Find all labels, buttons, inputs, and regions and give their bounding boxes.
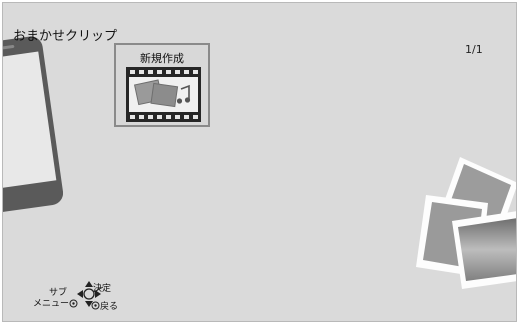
back-label: 戻る	[100, 302, 119, 312]
new-create-item[interactable]: 新規作成	[114, 43, 210, 127]
smartphone-illustration	[3, 36, 63, 213]
page-indicator: 1/1	[465, 43, 483, 56]
enter-label: 決定	[93, 284, 112, 294]
screen: おまかせクリップ 1/1 新規作成 サブ メニュー 決定 戻る	[2, 2, 517, 322]
screen-title: おまかせクリップ	[13, 29, 118, 44]
new-create-label: 新規作成	[140, 52, 184, 65]
control-guide: サブ メニュー 決定 戻る	[33, 251, 203, 312]
back-button-icon	[91, 301, 100, 310]
photo-stack-illustration	[416, 157, 516, 289]
film-photo-music-icon	[126, 67, 201, 122]
sub-menu-label-line2: メニュー	[33, 299, 70, 309]
